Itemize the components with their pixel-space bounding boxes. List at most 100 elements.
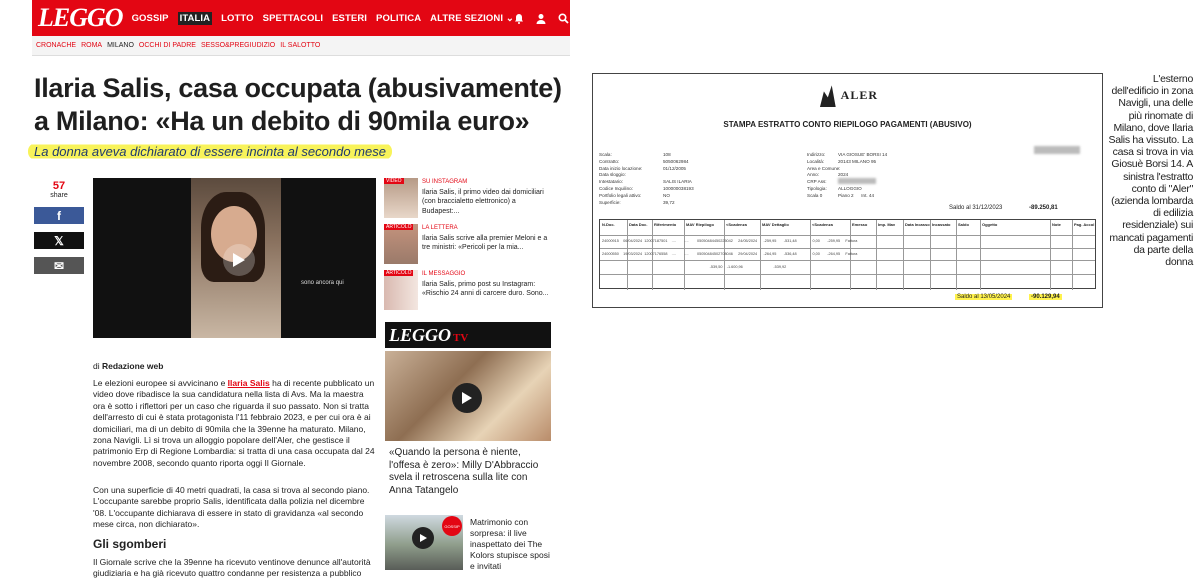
play-icon[interactable] [223,244,255,276]
related-tag: ARTICOLO [384,270,414,276]
x-share-button[interactable]: 𝕏 [34,232,84,249]
play-icon[interactable] [452,383,482,413]
related-kicker: IL MESSAGGIO [422,271,466,277]
share-count: 57 [52,180,66,192]
bell-icon[interactable] [514,13,524,24]
subnav-milano[interactable]: MILANO [107,42,134,49]
table-header: Oggetto [982,222,998,227]
aler-logo-mark [819,85,836,107]
tv-logo-suffix: TV [453,332,469,344]
user-icon[interactable] [536,13,546,24]
chevron-down-icon: ⌄ [505,12,514,24]
table-divider [876,220,877,290]
related-title: Ilaria Salis, primo post su Instagram: «… [422,280,549,298]
document-labels-1: Scala: Contratto: Data inizio locazione:… [599,152,643,205]
table-header: <Scadenza [812,222,833,227]
table-divider [600,248,1095,249]
aler-statement-document: ALER STAMPA ESTRATTO CONTO RIEPILOGO PAG… [592,73,1103,308]
table-divider [600,235,1095,236]
document-values-1: 108 5050062984 01/12/2005 SALIS ILARIA 1… [663,152,694,205]
subnav-occhi-di-padre[interactable]: OCCHI DI PADRE [139,42,196,49]
nav-politica[interactable]: POLITICA [376,13,421,24]
byline-author[interactable]: Redazione web [102,361,163,371]
table-divider [1050,220,1051,290]
related-item[interactable]: ARTICOLO IL MESSAGGIO Ilaria Salis, primo… [384,270,552,316]
payments-table: N.Doc. Data Doc. Riferimento MAV Riepilo… [599,219,1096,290]
paragraph-text: Le elezioni europee si avvicinano e [93,378,228,388]
table-row: 24000915 06/04/2024 12007187501 .... ...… [602,239,858,243]
document-labels-2: Indirizzo: Località: Area e Comune: Anno… [807,152,841,198]
related-tag: VIDEO [384,178,404,184]
related-title: Ilaria Salis scrive alla premier Meloni … [422,234,548,252]
table-row: 24000550 19/03/2024 12007176558 .... ...… [602,252,858,256]
nav-altre-sezioni[interactable]: ALTRE SEZIONI ⌄ [430,13,514,24]
article-paragraph-2: Con una superficie di 40 metri quadrati,… [93,485,370,530]
article-paragraph-1: Le elezioni europee si avvicinano e Ilar… [93,378,375,469]
byline-prefix: di [93,361,100,371]
leggo-logo[interactable]: LEGGO [38,3,124,33]
table-divider [600,260,1095,261]
table-header: MAV Riepilogo [686,222,714,227]
article-subtitle: La donna aveva dichiarato di essere inci… [28,143,392,160]
table-header: Emesso [852,222,868,227]
nav-italia[interactable]: ITALIA [177,11,213,25]
subnav-sesso-pregiudizio[interactable]: SESSO&PREGIUDIZIO [201,42,275,49]
table-header: Imp. Mav [878,222,896,227]
nav-altre-sezioni-label: ALTRE SEZIONI [430,12,504,24]
subnav-roma[interactable]: ROMA [81,42,102,49]
image-caption: L'esterno dell'edificio in zona Navigli,… [1108,73,1194,269]
gossip-badge: GOSSIP [442,516,462,536]
share-box: 57 share f 𝕏 ✉ [34,180,84,274]
document-values-2: VIA GIOSUE' BORSI 14 20143 MILANO 95 202… [838,152,888,198]
article-paragraph-3: Il Giornale scrive che la 39enne ha rice… [93,557,371,579]
table-header: Note [1052,222,1061,227]
subnav-cronache[interactable]: CRONACHE [36,42,76,49]
play-icon[interactable] [412,527,434,549]
table-header: Incassato [932,222,951,227]
mail-icon: ✉ [53,258,65,273]
related-item[interactable]: VIDEO SU INSTAGRAM Ilaria Salis, il primo… [384,178,552,224]
video-caption: sono ancora qui [301,280,344,286]
related-item[interactable]: ARTICOLO LA LETTERA Ilaria Salis scrive a… [384,224,552,270]
video-player[interactable]: sono ancora qui [93,178,376,338]
subnav-il-salotto[interactable]: IL SALOTTO [280,42,320,49]
nav-gossip[interactable]: GOSSIP [132,13,169,24]
facebook-share-button[interactable]: f [34,207,84,224]
section-heading: Gli sgomberi [93,537,167,551]
table-header: Data Incasso [905,222,930,227]
table-header: Riferimento [654,222,677,227]
share-label: share [50,192,68,199]
tv-logo-text: LEGGO [389,325,451,345]
related-kicker: LA LETTERA [422,225,458,231]
article-headline: Ilaria Salis, casa occupata (abusivament… [34,73,562,136]
tv-video-title-2[interactable]: Matrimonio con sorpresa: il live inaspet… [470,517,552,572]
search-icon[interactable] [558,12,569,24]
nav-lotto[interactable]: LOTTO [221,13,254,24]
related-thumbnail: ARTICOLO [384,224,418,264]
related-sidebar: VIDEO SU INSTAGRAM Ilaria Salis, il primo… [384,178,552,316]
saldo-value-2024: -90.129,94 [1029,294,1062,300]
table-row: -539,50 -1.600,96 -539,92 [602,265,787,269]
table-header: MAV Dettaglio [762,222,789,227]
nav-spettacoli[interactable]: SPETTACOLI [263,13,323,24]
table-header: Data Doc. [629,222,648,227]
document-title: STAMPA ESTRATTO CONTO RIEPILOGO PAGAMENT… [723,120,972,129]
related-tag: ARTICOLO [384,224,414,230]
article-page: LEGGO GOSSIP ITALIA LOTTO SPETTACOLI EST… [0,0,570,581]
table-header: <Scadenza [726,222,747,227]
sub-navigation: CRONACHE ROMA MILANO OCCHI DI PADRE SESS… [32,36,570,56]
table-divider [600,274,1095,275]
table-divider [980,220,981,290]
related-kicker: SU INSTAGRAM [422,179,468,185]
saldo-value-2023: -89.250,81 [1029,205,1058,211]
email-share-button[interactable]: ✉ [34,257,84,274]
redacted-block [1034,146,1080,154]
ilaria-salis-link[interactable]: Ilaria Salis [228,378,270,388]
leggo-tv-logo[interactable]: LEGGO TV [385,322,551,348]
nav-esteri[interactable]: ESTERI [332,13,367,24]
top-navigation: LEGGO GOSSIP ITALIA LOTTO SPETTACOLI EST… [32,0,570,36]
facebook-icon: f [57,208,61,223]
tv-video-title[interactable]: «Quando la persona è niente, l'offesa è … [389,447,551,497]
related-thumbnail: ARTICOLO [384,270,418,310]
paragraph-text: ha di recente pubblicato un video dove r… [93,378,375,468]
